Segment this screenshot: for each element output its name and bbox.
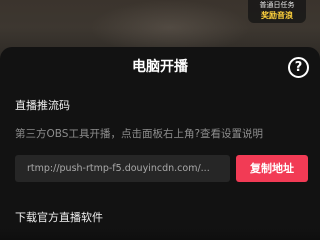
sheet-bottom-fade — [0, 228, 320, 240]
task-badge-label: 普通日任务 — [259, 1, 295, 9]
help-icon[interactable]: ? — [288, 57, 309, 78]
pc-live-sheet: 电脑开播 ? 直播推流码 第三方OBS工具开播，点击面板右上角?查看设置说明 r… — [0, 47, 320, 240]
task-badge-reward: 奖励音浪 — [261, 11, 293, 20]
copy-address-button[interactable]: 复制地址 — [236, 155, 308, 182]
sheet-title: 电脑开播 — [132, 59, 188, 75]
stream-key-heading: 直播推流码 — [15, 99, 70, 112]
stream-key-description: 第三方OBS工具开播，点击面板右上角?查看设置说明 — [15, 128, 264, 140]
stream-url-field[interactable]: rtmp://push-rtmp-f5.douyincdn.com/... — [15, 155, 230, 182]
task-reward-badge[interactable]: 普通日任务 奖励音浪 — [248, 0, 306, 23]
download-software-heading[interactable]: 下载官方直播软件 — [15, 210, 103, 225]
